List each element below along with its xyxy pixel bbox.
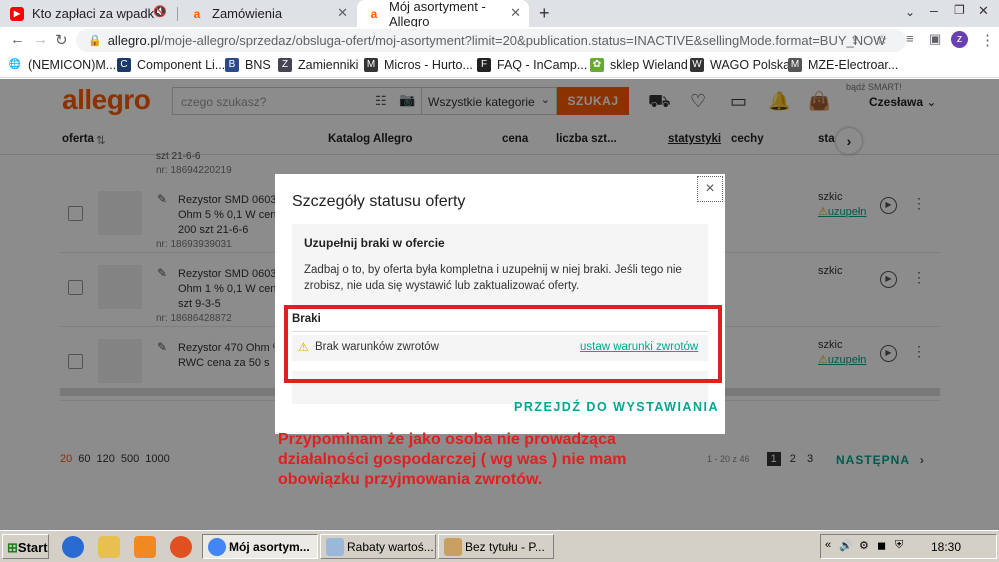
- tab-title: Kto zapłaci za wpadk: [32, 6, 155, 21]
- new-tab-button[interactable]: +: [539, 3, 550, 24]
- tab-zamowienia[interactable]: a Zamówienia ✕: [180, 0, 356, 27]
- bookmark-item[interactable]: ✿ sklep Wieland: [590, 58, 688, 72]
- tray-app-icon[interactable]: ◼: [877, 539, 886, 552]
- allegro-page: allegro czego szukasz? ☷ 📷 Wszystkie kat…: [0, 79, 999, 530]
- folder-icon[interactable]: [98, 536, 120, 558]
- tray-expand-icon[interactable]: «: [825, 539, 831, 551]
- youtube-icon: ▶: [10, 6, 24, 21]
- info-heading: Uzupełnij braki w ofercie: [304, 236, 445, 250]
- close-icon[interactable]: ×: [697, 176, 723, 202]
- mze-icon: M: [788, 58, 802, 72]
- reload-icon[interactable]: ↻: [55, 31, 68, 49]
- bookmark-star-icon[interactable]: ☆: [876, 32, 888, 48]
- media-player-icon[interactable]: [134, 536, 156, 558]
- document-icon: [326, 538, 344, 556]
- address-bar[interactable]: 🔒 allegro.pl/moje-allegro/sprzedaz/obslu…: [76, 29, 906, 52]
- url-host: allegro.pl: [107, 33, 161, 48]
- start-button[interactable]: ⊞Start: [2, 534, 49, 559]
- antivirus-icon[interactable]: ⛨: [895, 539, 903, 552]
- tab-search-icon[interactable]: ⌄: [905, 5, 915, 19]
- menu-dots-icon[interactable]: ⋮: [980, 31, 995, 49]
- wago-icon: W: [690, 58, 704, 72]
- paint-icon: [444, 538, 462, 556]
- side-panel-icon[interactable]: ▣: [929, 31, 941, 47]
- profile-avatar[interactable]: z: [951, 31, 968, 48]
- close-icon[interactable]: 🔇: [153, 5, 167, 18]
- chrome-icon: [208, 538, 226, 556]
- window-close-icon[interactable]: ✕: [978, 3, 989, 19]
- tab-youtube[interactable]: ▶ Kto zapłaci za wpadk 🔇: [0, 0, 175, 27]
- faq-icon: F: [477, 58, 491, 72]
- allegro-icon: a: [370, 6, 378, 21]
- ie-icon[interactable]: [62, 536, 84, 558]
- firefox-icon[interactable]: [170, 536, 192, 558]
- tab-bar: ▶ Kto zapłaci za wpadk 🔇 a Zamówienia ✕ …: [0, 0, 999, 29]
- maximize-icon[interactable]: ❐: [954, 3, 965, 17]
- status-details-modal: Szczegóły statusu oferty × Uzupełnij bra…: [275, 174, 725, 434]
- modal-title: Szczegóły statusu oferty: [292, 193, 466, 210]
- back-arrow-icon[interactable]: ←: [10, 31, 25, 48]
- bookmark-item[interactable]: M MZE-Electroar...: [788, 58, 898, 72]
- share-icon[interactable]: ⇪: [850, 33, 860, 47]
- close-icon[interactable]: ✕: [510, 5, 521, 21]
- micros-icon: M: [364, 58, 378, 72]
- browser-toolbar: ← → ↻ 🔒 allegro.pl/moje-allegro/sprzedaz…: [0, 27, 999, 54]
- go-to-listing-button[interactable]: PRZEJDŹ DO WYSTAWIANIA: [514, 400, 719, 414]
- minimize-icon[interactable]: –: [930, 2, 938, 18]
- allegro-icon: a: [193, 6, 201, 21]
- zamienniki-icon: Z: [278, 58, 292, 72]
- reading-list-icon[interactable]: ≡: [906, 31, 914, 46]
- highlight-box: [284, 305, 722, 383]
- network-icon[interactable]: ⚙: [859, 539, 869, 552]
- bookmark-item[interactable]: Z Zamienniki: [278, 58, 358, 72]
- user-annotation: Przypominam że jako osoba nie prowadząca…: [278, 431, 627, 488]
- clock: 18:30: [931, 540, 962, 554]
- url-path: /moje-allegro/sprzedaz/obsluga-ofert/moj…: [160, 33, 886, 48]
- tab-asortyment[interactable]: a Mój asortyment - Allegro ✕: [357, 0, 529, 29]
- system-tray: « 🔊 ⚙ ◼ ⛨ 18:30: [820, 534, 997, 559]
- tab-title: Mój asortyment - Allegro: [388, 0, 486, 29]
- bookmark-item[interactable]: 🌐 (NEMICON)M...: [8, 58, 116, 72]
- bookmark-item[interactable]: B BNS: [225, 58, 271, 72]
- taskbar: ⊞Start Mój asortym... Rabaty wartoś... B…: [0, 530, 999, 562]
- globe-icon: 🌐: [8, 59, 22, 70]
- tab-title: Zamówienia: [212, 6, 283, 21]
- taskbar-window-paint[interactable]: Bez tytułu - P...: [438, 534, 554, 559]
- close-icon[interactable]: ✕: [337, 5, 348, 21]
- taskbar-window-chrome[interactable]: Mój asortym...: [202, 534, 318, 559]
- component-icon: C: [117, 58, 131, 72]
- info-text: Zadbaj o to, by oferta była kompletna i …: [304, 264, 682, 292]
- lock-icon: 🔒: [88, 35, 102, 47]
- bookmarks-bar: 🌐 (NEMICON)M... C Component Li... B BNS Z Za…: [0, 54, 999, 78]
- bookmark-item[interactable]: C Component Li...: [117, 58, 225, 72]
- bookmark-item[interactable]: F FAQ - InCamp...: [477, 58, 587, 72]
- bns-icon: B: [225, 58, 239, 72]
- volume-icon[interactable]: 🔊: [839, 539, 853, 552]
- wieland-icon: ✿: [590, 58, 604, 72]
- forward-arrow-icon[interactable]: →: [33, 31, 48, 48]
- bookmark-item[interactable]: W WAGO Polska: [690, 58, 790, 72]
- windows-logo-icon: ⊞: [7, 540, 18, 555]
- bookmark-item[interactable]: M Micros - Hurto...: [364, 58, 473, 72]
- taskbar-window-rabaty[interactable]: Rabaty wartoś...: [320, 534, 436, 559]
